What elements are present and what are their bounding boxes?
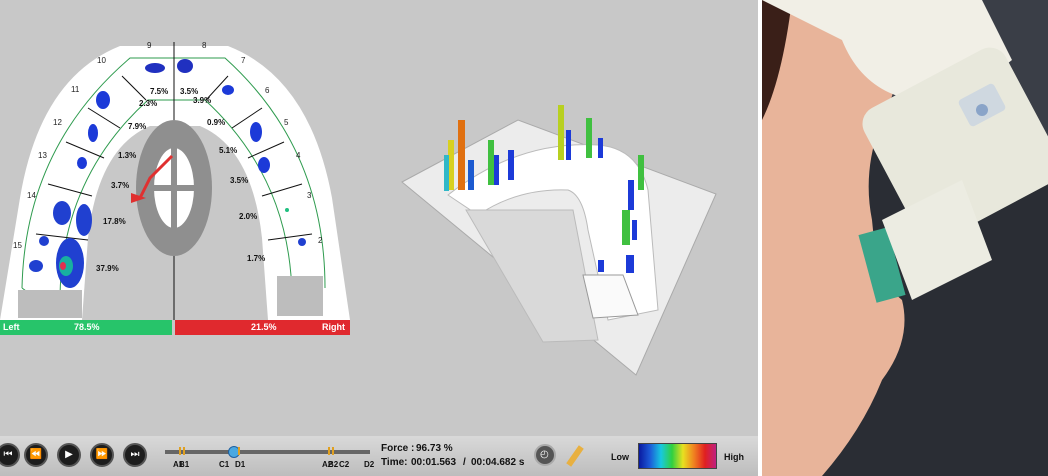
force-percentage: 3.5% [230,176,249,185]
time-current: 00:01.563 [411,457,457,468]
time-total: 00:04.682 s [471,457,525,468]
play-icon: ▶ [65,449,73,460]
tooth-number: 3 [307,191,312,200]
tooth-number: 6 [265,86,270,95]
force-percentage: 7.5% [150,87,169,96]
timeline-track[interactable] [165,446,370,458]
playback-toolbar: ⏮ ⏪ ▶ ⏩ ⏭ A1 B1 C1 D1 A2 B2 C2 D2 Force … [0,436,758,476]
fast-forward-button[interactable]: ⏩ [90,443,114,467]
force-percentage: 1.3% [118,151,137,160]
tooth-number: 12 [53,118,62,127]
tooth-number: 11 [71,85,80,94]
legend-low: Low [611,452,629,462]
marker-label: C2 [339,460,350,469]
force-percentage: 3.5% [180,87,199,96]
left-percentage: 78.5% [74,322,100,332]
force-percentage: 7.9% [128,122,147,131]
force-label: Force : [381,443,415,454]
rewind-button[interactable]: ⏪ [24,443,48,467]
tscan-app-window: 9 8 10 7 11 6 12 5 13 4 14 3 15 2 7.5% 3… [0,0,758,476]
force-3d-view[interactable] [398,100,720,378]
tooth-number: 2 [318,236,323,245]
force-percentage: 3.9% [193,96,212,105]
rewind-icon: ⏪ [29,449,43,460]
marker-label: D1 [235,460,246,469]
skip-last-button[interactable]: ⏭ [123,443,147,467]
marker-label: C1 [219,460,230,469]
force-percentage: 2.0% [239,212,258,221]
right-balance-bar: 21.5% Right [175,320,350,335]
tooth-number: 15 [13,241,22,250]
right-label: Right [322,322,345,332]
tooth-number: 10 [97,56,106,65]
tooth-number: 7 [241,56,246,65]
dial-icon: ◴ [540,449,549,460]
force-percentage: 17.8% [103,217,126,226]
skip-first-icon: ⏮ [3,449,13,460]
tooth-number: 5 [284,118,289,127]
force-percentage: 37.9% [96,264,119,273]
left-balance-bar: Left 78.5% [0,320,172,335]
dial-button[interactable]: ◴ [534,444,556,466]
ruler-icon [566,445,584,467]
force-percentage: 2.3% [139,99,158,108]
force-percentage: 0.9% [207,118,226,127]
color-scale-legend [638,443,717,469]
marker-label: B1 [179,460,190,469]
force-value: 96.73 % [416,443,453,454]
ruler-button[interactable] [566,445,584,467]
sensor-in-use-photo [762,0,1048,476]
tooth-number: 4 [296,151,301,160]
tooth-number: 13 [38,151,47,160]
right-percentage: 21.5% [251,322,277,332]
force-percentage: 5.1% [219,146,238,155]
legend-high: High [724,452,744,462]
time-label: Time: [381,457,408,468]
marker-label: D2 [364,460,375,469]
play-button[interactable]: ▶ [57,443,81,467]
force-percentage: 1.7% [247,254,266,263]
tooth-number: 9 [147,41,152,50]
time-separator: / [463,457,466,468]
tooth-number: 14 [27,191,36,200]
marker-label: B2 [328,460,339,469]
left-label: Left [3,322,20,332]
skip-last-icon: ⏭ [130,449,140,460]
fast-forward-icon: ⏩ [95,449,109,460]
tooth-number: 8 [202,41,207,50]
arch-2d-view[interactable] [0,38,360,320]
skip-first-button[interactable]: ⏮ [0,443,20,467]
force-percentage: 3.7% [111,181,130,190]
